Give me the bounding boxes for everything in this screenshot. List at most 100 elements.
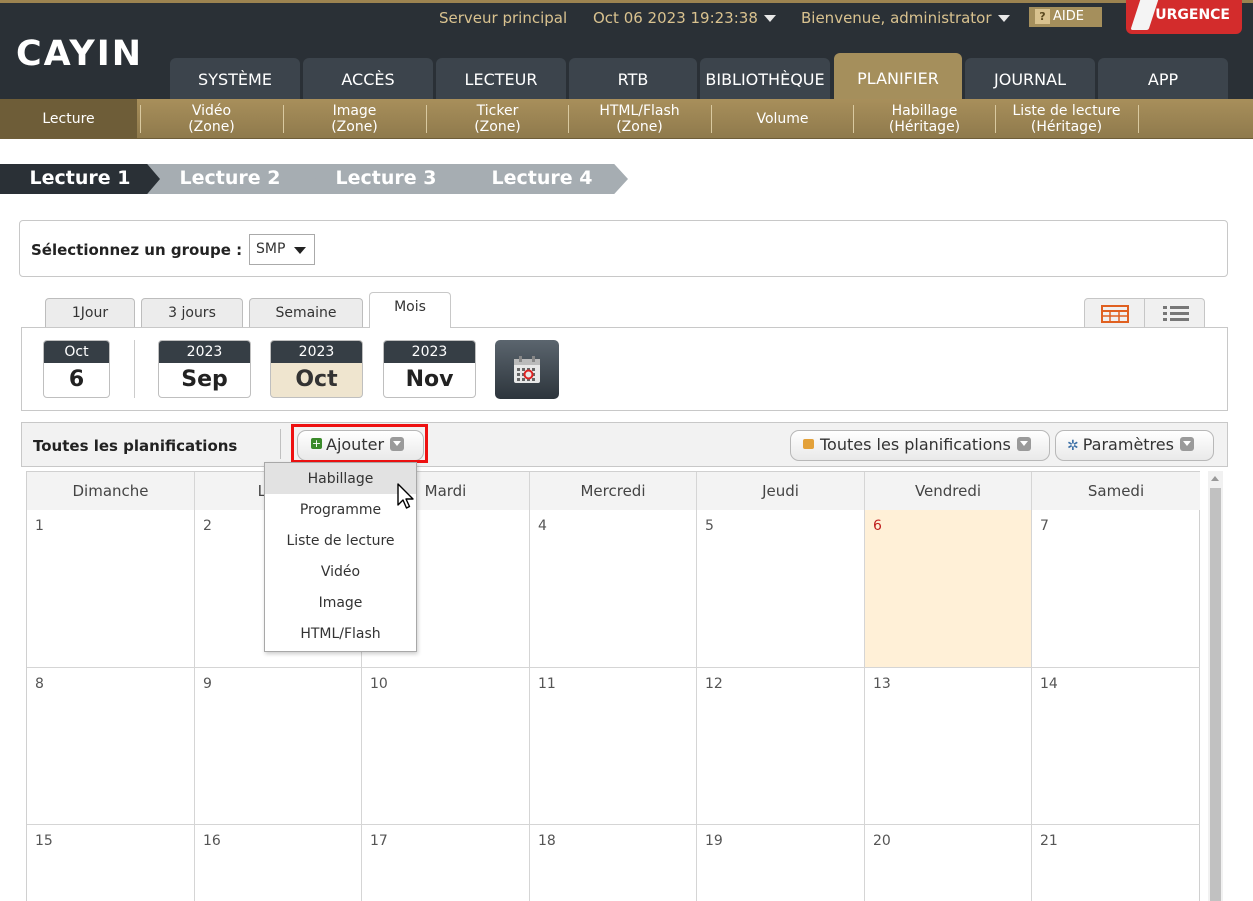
sub-nav: Lecture Vidéo (Zone) Image (Zone) Ticker… <box>0 99 1253 139</box>
calendar-day-cell[interactable]: 11 <box>530 668 697 825</box>
nav-tab-journal[interactable]: JOURNAL <box>965 58 1095 102</box>
nav-tab-acces[interactable]: ACCÈS <box>303 58 433 102</box>
current-month: Oct <box>295 367 338 392</box>
calendar-day-cell[interactable]: 19 <box>697 825 865 901</box>
plus-icon: + <box>311 437 322 450</box>
play-tab-1[interactable]: Lecture 1 <box>0 164 160 194</box>
today-month: Oct <box>44 341 109 363</box>
subnav-lecture[interactable]: Lecture <box>0 99 137 139</box>
subnav-divider <box>1138 105 1139 133</box>
tab-semaine[interactable]: Semaine <box>249 298 363 328</box>
today-button[interactable]: Oct 6 <box>43 340 110 398</box>
urgent-button[interactable]: URGENCE <box>1126 0 1242 34</box>
menu-item-image[interactable]: Image <box>265 587 416 618</box>
calendar-grid-icon <box>1100 305 1129 323</box>
server-label: Serveur principal <box>439 9 568 27</box>
calendar-day-cell-today[interactable]: 6 <box>865 510 1032 668</box>
group-label: Sélectionnez un groupe : <box>31 241 243 259</box>
scroll-up-arrow[interactable] <box>1211 476 1219 481</box>
calendar-day-cell[interactable]: 12 <box>697 668 865 825</box>
calendar-day-cell[interactable]: 18 <box>530 825 697 901</box>
next-year: 2023 <box>384 341 475 363</box>
list-icon <box>1163 306 1189 321</box>
next-month: Nov <box>405 367 454 392</box>
scroll-thumb[interactable] <box>1210 488 1221 901</box>
calendar-day-cell[interactable]: 16 <box>195 825 362 901</box>
menu-item-habillage[interactable]: Habillage <box>265 463 416 494</box>
menu-item-video[interactable]: Vidéo <box>265 556 416 587</box>
menu-item-html-flash[interactable]: HTML/Flash <box>265 618 416 649</box>
chevron-down-icon <box>1179 436 1194 451</box>
tab-1jour[interactable]: 1Jour <box>45 298 135 328</box>
month-calendar: Dimanche Lundi Mardi Mercredi Jeudi Vend… <box>26 471 1200 901</box>
date-picker-button[interactable] <box>495 340 559 399</box>
current-year: 2023 <box>271 341 362 363</box>
subnav-video-zone[interactable]: Vidéo (Zone) <box>141 99 282 139</box>
subnav-ticker-zone[interactable]: Ticker (Zone) <box>427 99 568 139</box>
calendar-day-cell[interactable]: 15 <box>27 825 195 901</box>
user-menu[interactable]: Bienvenue, administrator <box>801 9 1010 27</box>
datetime-menu[interactable]: Oct 06 2023 19:23:38 <box>593 9 776 27</box>
calendar-scrollbar[interactable] <box>1208 471 1223 901</box>
nav-tab-systeme[interactable]: SYSTÈME <box>170 58 300 102</box>
nav-tab-app[interactable]: APP <box>1098 58 1228 102</box>
menu-item-programme[interactable]: Programme <box>265 494 416 525</box>
subnav-playlist-heritage[interactable]: Liste de lecture (Héritage) <box>996 99 1137 139</box>
list-view-button[interactable] <box>1146 299 1206 329</box>
calendar-day-cell[interactable]: 21 <box>1032 825 1200 901</box>
weekday-header: Jeudi <box>697 472 865 510</box>
settings-dropdown[interactable]: ✲ Paramètres <box>1055 430 1214 461</box>
tab-mois[interactable]: Mois <box>369 292 451 328</box>
chevron-down-icon <box>1016 436 1031 451</box>
prev-year: 2023 <box>159 341 250 363</box>
calendar-day-cell[interactable]: 4 <box>530 510 697 668</box>
nav-tab-lecteur[interactable]: LECTEUR <box>436 58 566 102</box>
calendar-day-cell[interactable]: 17 <box>362 825 530 901</box>
play-tab-3[interactable]: Lecture 3 <box>300 164 472 194</box>
weekday-header: Mercredi <box>530 472 697 510</box>
weekday-header: Vendredi <box>865 472 1032 510</box>
calendar-day-cell[interactable]: 9 <box>195 668 362 825</box>
datetime-text: Oct 06 2023 19:23:38 <box>593 9 758 27</box>
app-window: CAYIN Serveur principal Oct 06 2023 19:2… <box>0 0 1253 901</box>
calendar-day-cell[interactable]: 20 <box>865 825 1032 901</box>
nav-tab-bibliotheque[interactable]: BIBLIOTHÈQUE <box>700 58 830 102</box>
calendar-day-cell[interactable]: 8 <box>27 668 195 825</box>
toolbar-title: Toutes les planifications <box>33 437 238 455</box>
nav-tab-planifier[interactable]: PLANIFIER <box>834 53 962 102</box>
nav-tab-rtb[interactable]: RTB <box>569 58 697 102</box>
play-tab-4[interactable]: Lecture 4 <box>456 164 628 194</box>
cayin-logo: CAYIN <box>16 34 144 74</box>
next-month-button[interactable]: 2023 Nov <box>383 340 476 398</box>
toolbar-divider <box>280 429 281 459</box>
add-button[interactable]: + Ajouter <box>297 430 424 461</box>
calendar-view-button[interactable] <box>1085 299 1145 329</box>
filter-dropdown[interactable]: Toutes les planifications <box>790 430 1050 461</box>
help-button[interactable]: ? AIDE <box>1029 7 1102 27</box>
prev-month: Sep <box>181 367 228 392</box>
tab-3jours[interactable]: 3 jours <box>141 298 243 328</box>
subnav-image-zone[interactable]: Image (Zone) <box>284 99 425 139</box>
urgent-label: URGENCE <box>1155 7 1230 23</box>
add-dropdown-menu: Habillage Programme Liste de lecture Vid… <box>264 462 417 652</box>
calendar-day-cell[interactable]: 14 <box>1032 668 1200 825</box>
group-value: SMP <box>256 241 286 257</box>
gear-icon: ✲ <box>1067 438 1079 454</box>
prev-month-button[interactable]: 2023 Sep <box>158 340 251 398</box>
current-month-button[interactable]: 2023 Oct <box>270 340 363 398</box>
calendar-day-cell[interactable]: 5 <box>697 510 865 668</box>
calendar-day-cell[interactable]: 10 <box>362 668 530 825</box>
subnav-htmlflash-zone[interactable]: HTML/Flash (Zone) <box>569 99 710 139</box>
group-select[interactable]: SMP <box>249 234 315 265</box>
play-tab-2[interactable]: Lecture 2 <box>144 164 316 194</box>
calendar-day-cell[interactable]: 1 <box>27 510 195 668</box>
subnav-habillage-heritage[interactable]: Habillage (Héritage) <box>854 99 995 139</box>
calendar-day-cell[interactable]: 7 <box>1032 510 1200 668</box>
settings-label: Paramètres <box>1082 435 1174 454</box>
folder-icon <box>803 438 814 449</box>
welcome-text: Bienvenue, administrator <box>801 9 992 27</box>
calendar-day-cell[interactable]: 13 <box>865 668 1032 825</box>
question-icon: ? <box>1035 9 1050 24</box>
menu-item-liste-de-lecture[interactable]: Liste de lecture <box>265 525 416 556</box>
subnav-volume[interactable]: Volume <box>712 99 853 139</box>
